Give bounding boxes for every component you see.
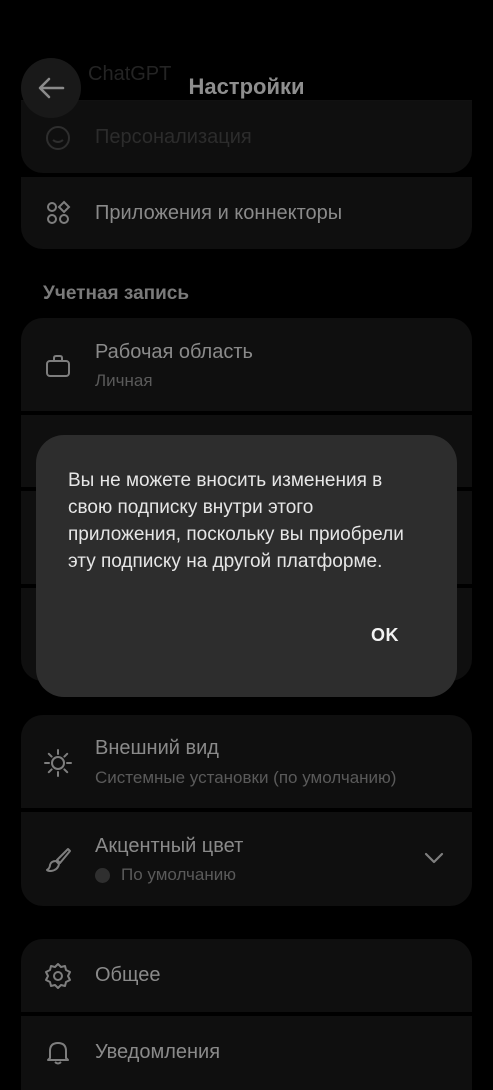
general-row[interactable]: Общее — [21, 939, 472, 1012]
account-section-header: Учетная запись — [43, 283, 190, 304]
apps-connectors-row[interactable]: Приложения и коннекторы — [21, 177, 472, 249]
smile-icon — [43, 123, 73, 153]
accent-color-label: Акцентный цвет — [95, 835, 244, 857]
appearance-row[interactable]: Внешний вид Системные установки (по умол… — [21, 715, 472, 808]
subscription-dialog: Вы не можете вносить изменения в свою по… — [36, 435, 457, 697]
notifications-label: Уведомления — [95, 1041, 221, 1063]
notifications-row[interactable]: Уведомления — [21, 1016, 472, 1090]
personalization-label: Персонализация — [95, 126, 252, 148]
accent-color-value: По умолчанию — [121, 865, 236, 884]
briefcase-icon — [43, 351, 73, 381]
workspace-value: Личная — [95, 371, 153, 390]
sun-icon — [43, 748, 73, 778]
personalization-row[interactable]: Персонализация — [21, 100, 472, 173]
appearance-value: Системные установки (по умолчанию) — [95, 768, 397, 787]
apps-grid-icon — [43, 198, 73, 228]
apps-connectors-label: Приложения и коннекторы — [95, 202, 343, 224]
gear-icon — [43, 961, 73, 991]
general-label: Общее — [95, 964, 161, 986]
chevron-down-icon[interactable] — [423, 850, 445, 866]
dialog-message: Вы не можете вносить изменения в свою по… — [68, 470, 404, 572]
accent-swatch — [95, 868, 110, 883]
workspace-row[interactable]: Рабочая область Личная — [21, 318, 472, 411]
ok-button[interactable]: OK — [369, 621, 401, 650]
accent-color-row[interactable]: Акцентный цвет По умолчанию — [21, 812, 472, 906]
bell-icon — [43, 1037, 73, 1067]
workspace-label: Рабочая область — [95, 341, 253, 363]
page-title: Настройки — [188, 74, 305, 99]
settings-screen: Персонализация Приложения и коннекторы У… — [0, 0, 493, 1090]
paintbrush-icon — [43, 845, 73, 875]
appearance-label: Внешний вид — [95, 737, 219, 759]
